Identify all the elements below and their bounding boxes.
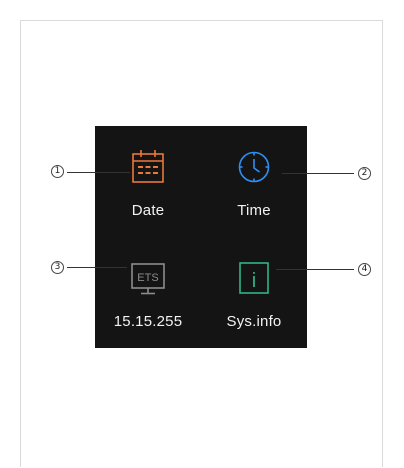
tile-time-label: Time — [237, 202, 271, 219]
info-icon: i — [239, 262, 269, 294]
device-screen: Date Time ETS 15.15.255 i Sys.info — [95, 126, 307, 348]
callout-3-line — [67, 267, 127, 268]
callout-2: 2 — [358, 167, 371, 180]
tile-ets-address[interactable]: ETS 15.15.255 — [95, 237, 201, 348]
info-glyph: i — [252, 270, 256, 292]
callout-1-line — [67, 172, 130, 173]
callout-2-line — [282, 173, 354, 174]
tile-date[interactable]: Date — [95, 126, 201, 237]
tile-sysinfo-label: Sys.info — [226, 313, 282, 330]
tile-date-label: Date — [131, 202, 165, 219]
ets-text: ETS — [137, 272, 158, 284]
tile-ets-address-label: 15.15.255 — [113, 313, 183, 330]
callout-3: 3 — [51, 261, 64, 274]
ets-monitor-icon: ETS — [131, 263, 165, 295]
tile-sysinfo[interactable]: i Sys.info — [201, 237, 307, 348]
callout-4: 4 — [358, 263, 371, 276]
callout-1: 1 — [51, 165, 64, 178]
clock-icon — [238, 151, 270, 183]
tile-time[interactable]: Time — [201, 126, 307, 237]
calendar-icon — [132, 150, 164, 183]
callout-4-line — [276, 269, 354, 270]
